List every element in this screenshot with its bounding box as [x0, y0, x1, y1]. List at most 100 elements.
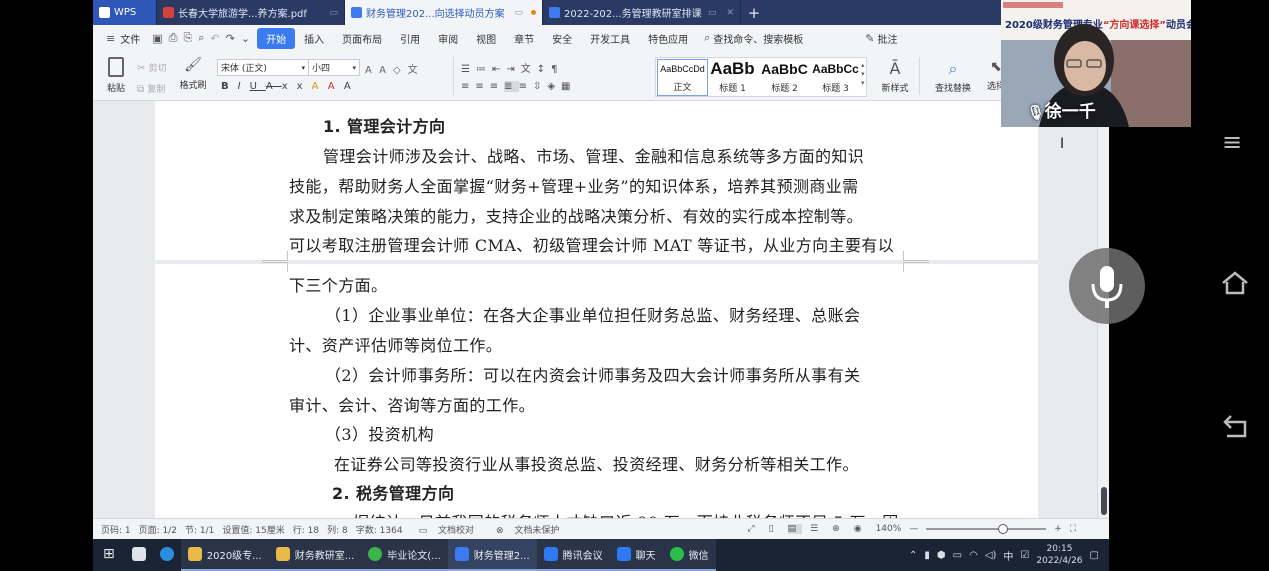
new-style-button[interactable]: Ā 新样式 [878, 59, 912, 94]
redo-icon[interactable]: ↷ [223, 32, 238, 45]
find-replace-button[interactable]: ⌕ 查找替换 [931, 59, 975, 94]
clock[interactable]: 20:15 2022/4/26 [1036, 543, 1082, 567]
eye-protect-icon[interactable]: ◉ [854, 524, 868, 534]
menu-file[interactable]: 文件 [118, 31, 149, 46]
status-setting[interactable]: 设置值: 15厘米 [222, 523, 284, 536]
bullet-list-icon[interactable]: ☰ [461, 64, 476, 75]
grow-font-icon[interactable]: A [365, 65, 379, 76]
taskbar-app-wps[interactable] [125, 539, 153, 571]
tab-menu-icon[interactable]: ▭ [708, 8, 717, 18]
italic-icon[interactable]: I [238, 81, 250, 92]
menu-developer[interactable]: 开发工具 [581, 31, 639, 46]
home-icon[interactable] [1220, 270, 1250, 296]
menu-section[interactable]: 章节 [505, 31, 543, 46]
scrollbar-thumb[interactable] [1101, 487, 1107, 515]
highlight-icon[interactable]: A [312, 81, 328, 92]
taskbar-folder-2[interactable]: 财务教研室... [268, 539, 362, 571]
page-view-icon[interactable]: ▤ [787, 524, 803, 534]
shrink-font-icon[interactable]: A [379, 65, 393, 76]
number-list-icon[interactable]: ≔ [476, 64, 492, 75]
menu-security[interactable]: 安全 [543, 31, 581, 46]
sort-icon[interactable]: ↕ [537, 64, 551, 75]
font-family-select[interactable]: 宋体 (正文) ▾ [217, 59, 309, 76]
document-canvas[interactable]: 1. 管理会计方向 管理会计师涉及会计、战略、市场、管理、金融和信息系统等多方面… [93, 101, 1109, 518]
menu-references[interactable]: 引用 [391, 31, 429, 46]
zoom-slider[interactable] [926, 524, 1047, 534]
ime-indicator[interactable]: 中 [1003, 548, 1013, 563]
show-marks-icon[interactable]: ¶ [551, 64, 563, 75]
web-view-icon[interactable]: ⊕ [832, 524, 846, 534]
mic-tray-icon[interactable]: ▮ [924, 550, 930, 561]
outdent-icon[interactable]: ⇤ [492, 64, 506, 75]
taskbar-wps-doc[interactable]: 财务管理2... [447, 539, 537, 571]
checkbox-tray-icon[interactable]: ☑ [1020, 550, 1029, 561]
start-button[interactable]: ⊞ [93, 539, 125, 571]
outline-icon[interactable]: ☰ [810, 524, 824, 534]
style-heading-3[interactable]: AaBbCc 标题 3 [810, 59, 861, 96]
chinese-layout-icon[interactable]: 文 [521, 64, 537, 75]
volume-icon[interactable]: ◁) [985, 550, 997, 561]
subscript-icon[interactable]: x [297, 81, 312, 92]
status-pages[interactable]: 页面: 1/2 [139, 523, 177, 536]
menu-home[interactable]: 开始 [257, 27, 296, 49]
status-page-number[interactable]: 页码: 1 [101, 523, 131, 536]
command-search[interactable]: 查找命令、搜索模板 [713, 31, 812, 46]
tab-schedule[interactable]: 2022-202...务管理教研室排课 ▭ ✕ [543, 0, 741, 25]
menu-features[interactable]: 特色应用 [639, 31, 697, 46]
battery-icon[interactable]: ▭ [953, 550, 962, 561]
style-heading-2[interactable]: AaBbC 标题 2 [759, 59, 810, 96]
zoom-slider-handle[interactable] [998, 524, 1009, 534]
font-color-icon[interactable]: A [328, 81, 344, 92]
align-right-icon[interactable]: ≡ [490, 81, 504, 92]
tray-chevron-up-icon[interactable]: ⌃ [909, 550, 917, 561]
video-tile[interactable]: 2020级财务管理专业“方向课选择”动员会 🎙徐一千 [1001, 0, 1191, 127]
tab-menu-icon[interactable]: ▭ [514, 8, 523, 18]
taskbar-chat[interactable]: 聊天 [609, 539, 663, 571]
protect-button[interactable]: ⊗ 文档未保护 [488, 523, 559, 536]
preview-icon[interactable]: ⌕ [195, 31, 207, 45]
taskbar-thesis[interactable]: 毕业论文(... [361, 539, 448, 571]
quick-menu-chevron-icon[interactable]: ⌄ [238, 32, 253, 45]
style-heading-1[interactable]: AaBb 标题 1 [707, 59, 758, 96]
line-spacing-icon[interactable]: ⇳ [533, 81, 547, 92]
phonetic-icon[interactable]: 文 [408, 65, 425, 76]
format-painter-button[interactable]: 🖌 格式刷 [177, 57, 209, 91]
style-normal[interactable]: AaBbCcDd 正文 [657, 59, 708, 96]
tab-pdf[interactable]: 长春大学旅游学...养方案.pdf ▭ [157, 0, 345, 25]
shading-icon[interactable]: ◈ [547, 81, 561, 92]
status-word-count[interactable]: 字数: 1364 [356, 523, 403, 536]
styles-scroll-icon[interactable]: ▴ ▾ ▾ [861, 61, 865, 88]
taskbar-tencent-meeting[interactable]: 腾讯会议 [536, 539, 610, 571]
taskbar-folder-1[interactable]: 2020级专... [180, 539, 269, 571]
back-icon[interactable] [1221, 413, 1249, 439]
undo-icon[interactable]: ↶ [207, 32, 222, 45]
menu-review[interactable]: 审阅 [429, 31, 467, 46]
read-mode-icon[interactable]: ▯ [769, 524, 780, 534]
tab-menu-icon[interactable]: ▭ [329, 8, 338, 18]
taskbar-app-edge[interactable] [153, 539, 181, 571]
distributed-icon[interactable]: ≡ [519, 81, 533, 92]
bold-icon[interactable]: B [221, 81, 238, 92]
new-tab-button[interactable]: + [741, 0, 767, 25]
fit-page-icon[interactable]: ⛶ [1070, 524, 1076, 534]
char-border-icon[interactable]: A [344, 81, 360, 92]
underline-icon[interactable]: U [250, 81, 266, 92]
menu-view[interactable]: 视图 [467, 31, 505, 46]
menu-insert[interactable]: 插入 [295, 31, 333, 46]
zoom-in-icon[interactable]: + [1054, 524, 1062, 534]
app-tray-icon[interactable]: ⬢ [937, 550, 946, 561]
notification-icon[interactable]: ▢ [1090, 550, 1099, 561]
justify-icon[interactable]: ≣ [504, 81, 519, 92]
copy-button[interactable]: ⧉ 复制 [137, 82, 165, 95]
print-icon[interactable]: ⎘ [180, 31, 195, 45]
strikethrough-icon[interactable]: A [266, 81, 282, 92]
menu-comment[interactable]: 批注 [877, 31, 906, 46]
tab-wps-home[interactable]: WPS [93, 0, 157, 25]
indent-icon[interactable]: ⇥ [506, 64, 520, 75]
export-icon[interactable]: ⎙ [166, 31, 181, 45]
cut-button[interactable]: ✂ 剪切 [137, 61, 167, 74]
save-icon[interactable]: ▣ [149, 32, 165, 45]
paste-button[interactable]: 粘贴 [102, 57, 130, 94]
fullscreen-icon[interactable]: ⤢ [747, 524, 760, 534]
close-icon[interactable]: ✕ [726, 8, 734, 18]
